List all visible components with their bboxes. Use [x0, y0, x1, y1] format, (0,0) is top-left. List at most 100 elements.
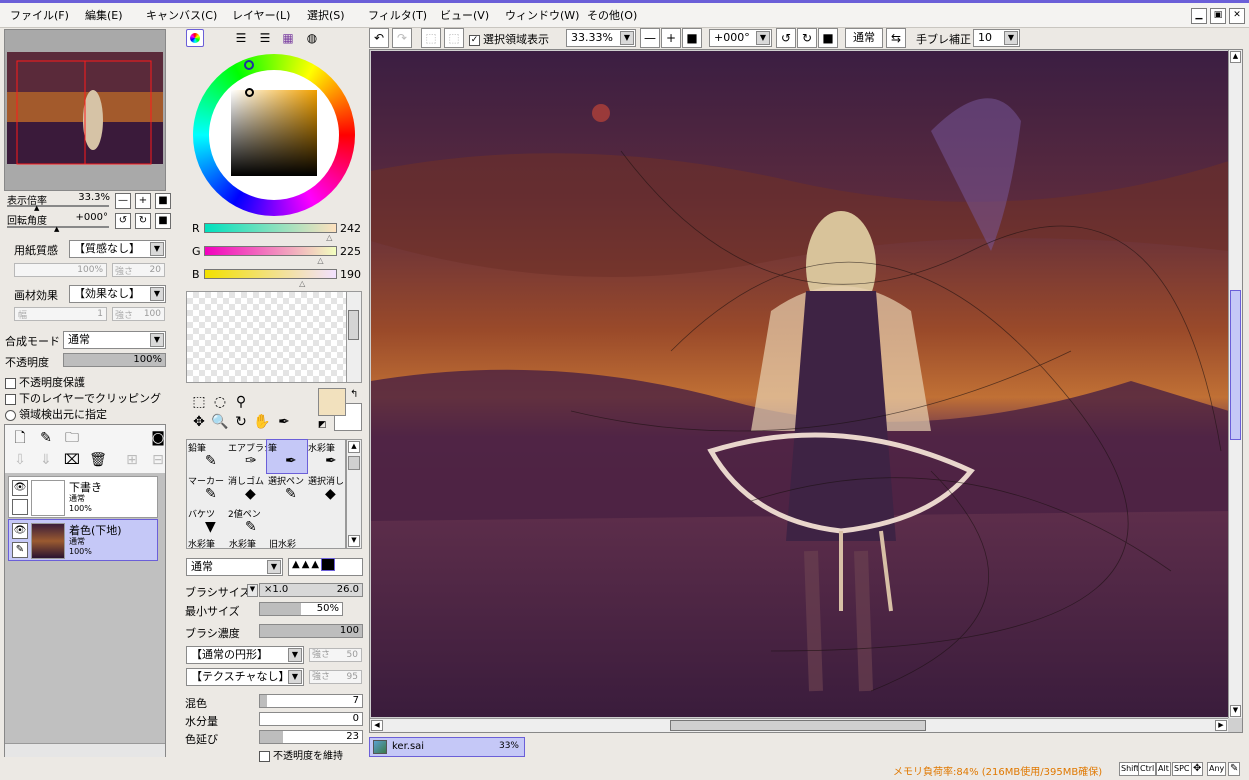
opacity-bar[interactable]: 100%	[63, 353, 166, 367]
water-bar[interactable]: 0	[259, 712, 363, 726]
canvas-rotate-reset-icon[interactable]: ■	[818, 28, 838, 48]
hand-icon[interactable]: ✋	[252, 412, 272, 432]
g-slider-thumb-icon[interactable]: △	[317, 256, 323, 265]
zoom-slider-thumb-icon[interactable]: ▲	[34, 204, 39, 212]
default-colors-icon[interactable]: ◩	[318, 420, 327, 430]
canvas-rotate-right-icon[interactable]: ↻	[797, 28, 817, 48]
clear-layer-icon[interactable]: ⌧	[62, 450, 82, 470]
view-mode-button[interactable]: 通常	[845, 28, 883, 48]
zoom-out-icon[interactable]: —	[115, 193, 131, 209]
color-scratchpad[interactable]	[186, 291, 362, 383]
scratchpad-tab-icon[interactable]: ◍	[302, 28, 322, 48]
vscroll-thumb[interactable]	[1230, 290, 1241, 440]
invert-selection-icon[interactable]: ⬚	[444, 28, 464, 48]
rotate-slider-thumb-icon[interactable]: ▲	[54, 225, 59, 233]
brush-slot[interactable]: 選択ペン ✎	[267, 473, 307, 506]
texture-select[interactable]: 【テクスチャなし】 ▼	[186, 668, 304, 686]
g-slider[interactable]	[204, 246, 337, 256]
min-size-bar[interactable]: 50%	[259, 602, 343, 616]
rect-select-icon[interactable]: ⬚	[189, 392, 209, 412]
magic-wand-icon[interactable]: ⚲	[231, 392, 251, 412]
brush-grid-scrollbar[interactable]: ▲ ▼	[346, 439, 362, 549]
menu-edit[interactable]: 編集(E)	[85, 7, 123, 23]
canvas-hscrollbar[interactable]: ◀ ▶	[370, 718, 1228, 732]
scroll-right-icon[interactable]: ▶	[1215, 720, 1227, 731]
clipping-checkbox[interactable]: 下のレイヤーでクリッピング	[5, 390, 161, 406]
zoom-reset-icon[interactable]: ■	[155, 193, 171, 209]
canvas-zoom-reset-icon[interactable]: ■	[682, 28, 702, 48]
menu-window[interactable]: ウィンドウ(W)	[505, 7, 579, 23]
new-vector-layer-icon[interactable]: ✎	[36, 428, 56, 448]
merge-visible-icon[interactable]: ⊟	[148, 450, 168, 470]
brush-slot[interactable]: 選択消し ◆	[307, 473, 347, 506]
canvas-rotate-left-icon[interactable]: ↺	[776, 28, 796, 48]
eyedropper-icon[interactable]: ✒	[274, 412, 294, 432]
scratchpad-scrollbar[interactable]	[346, 292, 361, 382]
brush-extra-2[interactable]: 旧水彩	[269, 537, 296, 550]
brush-extra-0[interactable]: 水彩筆	[188, 537, 215, 550]
menu-other[interactable]: その他(O)	[587, 7, 637, 23]
paper-scale-bar[interactable]: 100%	[14, 263, 107, 277]
detect-source-radio[interactable]: 領域検出元に指定	[5, 406, 107, 422]
scroll-left-icon[interactable]: ◀	[371, 720, 383, 731]
brush-slot[interactable]: 筆 ✒	[266, 439, 308, 474]
keep-opacity-checkbox[interactable]: 不透明度を維持	[259, 747, 343, 762]
brush-slot[interactable]: エアブラシ✑	[227, 440, 267, 473]
r-slider[interactable]	[204, 223, 337, 233]
effect-select[interactable]: 【効果なし】 ▼	[69, 285, 166, 303]
scroll-up-icon[interactable]: ▲	[348, 441, 360, 453]
merge-all-icon[interactable]: ⊞	[122, 450, 142, 470]
deselect-icon[interactable]: ⬚	[421, 28, 441, 48]
navigator-thumbnail[interactable]	[5, 30, 165, 190]
file-tab[interactable]: ker.sai 33%	[369, 737, 525, 757]
sv-cursor-icon[interactable]	[245, 88, 254, 97]
canvas-vscrollbar[interactable]: ▲ ▼	[1228, 50, 1242, 718]
density-bar[interactable]: 100	[259, 624, 363, 638]
move-icon[interactable]: ✥	[189, 412, 209, 432]
menu-file[interactable]: ファイル(F)	[10, 7, 69, 23]
swap-colors-icon[interactable]: ↰	[350, 389, 358, 400]
brush-slot-empty[interactable]	[307, 506, 347, 539]
paper-select[interactable]: 【質感なし】 ▼	[69, 240, 166, 258]
brush-size-bar[interactable]: ×1.0 26.0	[259, 583, 363, 597]
rotate-right-icon[interactable]: ↻	[135, 213, 151, 229]
delete-layer-icon[interactable]: 🗑	[88, 450, 108, 470]
layer-row-base-color[interactable]: 👁 ✎ 着色(下地) 通常 100%	[8, 519, 158, 561]
rotate-icon[interactable]: ↻	[231, 412, 251, 432]
brush-slot[interactable]: バケツ ▼	[187, 506, 227, 539]
scroll-up-icon[interactable]: ▲	[1230, 51, 1241, 63]
brush-tip-icon[interactable]: ▲▲▲	[292, 559, 321, 570]
eye-icon[interactable]: 👁	[12, 480, 28, 496]
effect-width-bar[interactable]: 1	[14, 307, 107, 321]
brush-slot-empty[interactable]	[267, 506, 307, 539]
undo-icon[interactable]: ↶	[369, 28, 389, 48]
canvas-zoom-out-icon[interactable]: —	[640, 28, 660, 48]
scroll-down-icon[interactable]: ▼	[348, 535, 360, 547]
brush-tip-selected-icon[interactable]: ■	[321, 558, 335, 571]
hsv-slider-tab-icon[interactable]: ☰	[255, 28, 275, 48]
brush-tip-shapes[interactable]: ▲▲▲■	[288, 558, 363, 576]
rgb-slider-tab-icon[interactable]: ☰	[231, 28, 251, 48]
flip-horizontal-icon[interactable]: ⇆	[886, 28, 906, 48]
layer-row-draft[interactable]: 👁 下書き 通常 100%	[8, 476, 158, 518]
zoom-slider[interactable]	[7, 205, 109, 207]
layer-scrollbar[interactable]	[5, 743, 165, 757]
b-slider[interactable]	[204, 269, 337, 279]
lasso-icon[interactable]: ◌	[210, 392, 230, 412]
menu-filter[interactable]: フィルタ(T)	[368, 7, 427, 23]
lock-toggle[interactable]	[12, 499, 28, 515]
brush-icon[interactable]: ✎	[12, 542, 28, 558]
mix-bar[interactable]: 7	[259, 694, 363, 708]
r-slider-thumb-icon[interactable]: △	[326, 233, 332, 242]
menu-view[interactable]: ビュー(V)	[440, 7, 489, 23]
minimize-button[interactable]: ▁	[1191, 8, 1207, 24]
zoom-icon[interactable]: 🔍	[210, 412, 230, 432]
merge-down-icon[interactable]: ⇓	[36, 450, 56, 470]
redo-icon[interactable]: ↷	[392, 28, 412, 48]
brush-shape-select[interactable]: 【通常の円形】 ▼	[186, 646, 304, 664]
scrollbar-thumb[interactable]	[348, 456, 360, 470]
menu-canvas[interactable]: キャンバス(C)	[146, 7, 217, 23]
transfer-down-icon[interactable]: ⇩	[10, 450, 30, 470]
brush-blend-select[interactable]: 通常 ▼	[186, 558, 283, 576]
stabilizer-select[interactable]: 10 ▼	[973, 29, 1020, 47]
